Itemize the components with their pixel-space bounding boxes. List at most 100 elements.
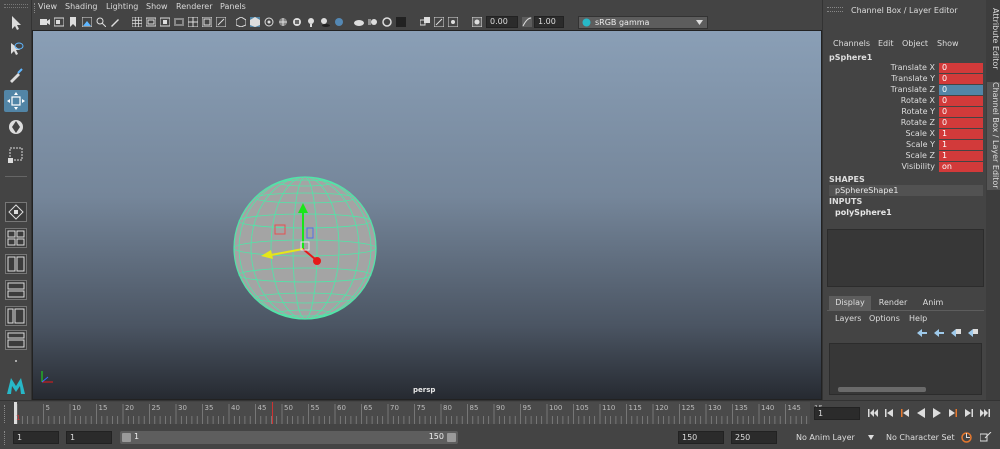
menu-layers[interactable]: Layers xyxy=(835,314,861,323)
gamma-field[interactable]: 1.00 xyxy=(534,16,564,28)
playback-start-field[interactable]: 1 xyxy=(66,431,112,444)
range-end-handle[interactable] xyxy=(447,433,456,442)
object-name[interactable]: pSphere1 xyxy=(829,53,872,62)
play-forwards-icon[interactable] xyxy=(932,408,942,418)
2d-pan-zoom-icon[interactable] xyxy=(96,17,106,27)
menu-object[interactable]: Object xyxy=(902,39,928,48)
persp-graph-layout-icon[interactable] xyxy=(5,280,27,300)
attr-row-scale-y[interactable]: Scale Y 1 xyxy=(823,140,983,151)
tab-attribute-editor[interactable]: Attribute Editor xyxy=(987,8,1000,78)
attr-row-translate-z[interactable]: Translate Z 0 xyxy=(823,85,983,96)
tab-anim[interactable]: Anim xyxy=(915,296,951,310)
four-view-layout-icon[interactable] xyxy=(5,228,27,248)
paint-select-tool-icon[interactable] xyxy=(4,64,28,86)
tab-display[interactable]: Display xyxy=(829,296,871,310)
side-by-side-layout-icon[interactable] xyxy=(5,254,27,274)
layer-list[interactable] xyxy=(829,343,982,395)
toolbox-grip[interactable] xyxy=(4,4,28,8)
auto-key-icon[interactable] xyxy=(961,432,972,443)
exposure-field[interactable]: 0.00 xyxy=(486,16,518,28)
sphere-mesh[interactable] xyxy=(233,176,377,320)
menu-renderer[interactable]: Renderer xyxy=(176,2,213,11)
color-space-dropdown[interactable]: sRGB gamma xyxy=(578,16,708,29)
menu-options[interactable]: Options xyxy=(869,314,900,323)
wireframe-on-shaded-icon[interactable] xyxy=(278,17,288,27)
depth-of-field-icon[interactable] xyxy=(396,17,406,27)
menu-panels[interactable]: Panels xyxy=(220,2,246,11)
tab-channel-box[interactable]: Channel Box / Layer Editor xyxy=(987,82,1000,190)
playback-end-field[interactable]: 150 xyxy=(678,431,724,444)
attr-value[interactable]: 0 xyxy=(939,63,983,73)
attr-row-translate-x[interactable]: Translate X 0 xyxy=(823,63,983,74)
outliner-persp-layout-icon[interactable] xyxy=(5,306,27,326)
shape-node-item[interactable]: pSphereShape1 xyxy=(829,185,983,196)
perspective-viewport[interactable]: persp xyxy=(32,30,822,400)
use-all-lights-icon[interactable] xyxy=(306,17,316,27)
go-to-start-icon[interactable] xyxy=(868,408,878,418)
bookmark-icon[interactable] xyxy=(68,17,78,27)
grid-icon[interactable] xyxy=(132,17,142,27)
menu-shading[interactable]: Shading xyxy=(65,2,98,11)
menu-show-cb[interactable]: Show xyxy=(937,39,959,48)
attr-row-scale-z[interactable]: Scale Z 1 xyxy=(823,151,983,162)
isolate-select-icon[interactable] xyxy=(420,17,430,27)
ambient-occlusion-icon[interactable] xyxy=(354,17,364,27)
xray-active-components-icon[interactable] xyxy=(448,17,458,27)
shadows-icon[interactable] xyxy=(320,17,330,27)
step-forward-key-icon[interactable] xyxy=(948,408,958,418)
attr-row-visibility[interactable]: Visibility on xyxy=(823,162,983,173)
motion-blur-icon[interactable] xyxy=(368,17,378,27)
camera-attributes-icon[interactable] xyxy=(54,17,64,27)
scale-tool-icon[interactable] xyxy=(4,143,28,165)
attr-value[interactable]: 1 xyxy=(939,151,983,161)
menu-channels[interactable]: Channels xyxy=(833,39,870,48)
new-layer-from-selection-icon[interactable] xyxy=(968,328,978,337)
lasso-tool-icon[interactable] xyxy=(4,38,28,60)
input-node-item[interactable]: polySphere1 xyxy=(829,207,983,218)
step-back-frame-icon[interactable] xyxy=(884,408,894,418)
move-layer-down-icon[interactable] xyxy=(934,328,944,337)
layer-list-scrollbar[interactable] xyxy=(838,387,926,392)
safe-action-icon[interactable] xyxy=(202,17,212,27)
move-layer-up-icon[interactable] xyxy=(917,328,927,337)
anim-layer-dropdown[interactable]: No Anim Layer xyxy=(796,431,876,444)
gamma-icon[interactable] xyxy=(522,17,532,27)
timeline-ruler[interactable]: 5 10 15 20 25 30 35 40 45 50 55 60 65 70 75 80 85 90 95 100… xyxy=(14,402,823,424)
grease-pencil-icon[interactable] xyxy=(110,17,120,27)
attr-row-rotate-y[interactable]: Rotate Y 0 xyxy=(823,107,983,118)
move-tool-icon[interactable] xyxy=(4,90,28,112)
attr-row-translate-y[interactable]: Translate Y 0 xyxy=(823,74,983,85)
animation-start-field[interactable]: 1 xyxy=(13,431,59,444)
attr-row-rotate-z[interactable]: Rotate Z 0 xyxy=(823,118,983,129)
rotate-tool-icon[interactable] xyxy=(4,116,28,138)
resolution-gate-icon[interactable] xyxy=(160,17,170,27)
time-slider[interactable]: 5 10 15 20 25 30 35 40 45 50 55 60 65 70 75 80 85 90 95 100… xyxy=(0,400,1000,426)
field-chart-icon[interactable] xyxy=(188,17,198,27)
image-plane-icon[interactable] xyxy=(82,17,92,27)
attr-row-rotate-x[interactable]: Rotate X 0 xyxy=(823,96,983,107)
play-backwards-icon[interactable] xyxy=(916,408,926,418)
default-material-icon[interactable] xyxy=(264,17,274,27)
safe-title-icon[interactable] xyxy=(216,17,226,27)
current-frame-field[interactable]: 1 xyxy=(814,407,860,420)
xray-joints-icon[interactable] xyxy=(434,17,444,27)
menu-show[interactable]: Show xyxy=(146,2,168,11)
menu-view[interactable]: View xyxy=(38,2,57,11)
attr-value[interactable]: 0 xyxy=(939,118,983,128)
camera-icon[interactable] xyxy=(40,17,50,27)
textured-icon[interactable] xyxy=(292,17,302,27)
menu-help[interactable]: Help xyxy=(909,314,927,323)
film-gate-icon[interactable] xyxy=(146,17,156,27)
range-start-handle[interactable] xyxy=(122,433,131,442)
attr-value[interactable]: 0 xyxy=(939,107,983,117)
attr-value[interactable]: 0 xyxy=(939,74,983,84)
xray-icon[interactable] xyxy=(334,17,344,27)
anti-aliasing-icon[interactable] xyxy=(382,17,392,27)
step-back-key-icon[interactable] xyxy=(900,408,910,418)
wireframe-icon[interactable] xyxy=(236,17,246,27)
preferences-icon[interactable] xyxy=(980,432,992,443)
character-set-dropdown[interactable]: No Character Set xyxy=(886,431,956,444)
attr-row-scale-x[interactable]: Scale X 1 xyxy=(823,129,983,140)
attr-value[interactable]: 0 xyxy=(939,96,983,106)
attr-value[interactable]: 1 xyxy=(939,140,983,150)
